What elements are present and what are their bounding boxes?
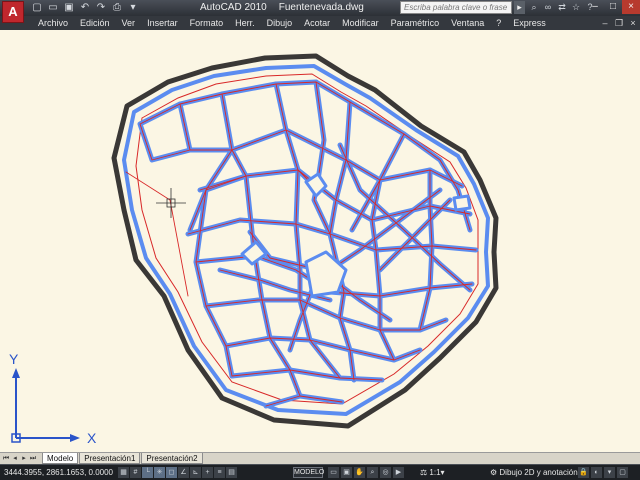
new-icon[interactable]: ▢ [30,1,44,14]
menu-formato[interactable]: Formato [184,17,230,29]
last-tab-icon[interactable]: ⏭ [29,454,37,463]
plaza-east [452,194,472,212]
document-controls: – ❐ × [598,16,640,30]
doc-restore-icon[interactable]: ❐ [612,16,626,30]
window-title: AutoCAD 2010 Fuentenevada.dwg [200,2,376,13]
app-name: AutoCAD 2010 [200,2,267,13]
coordinate-readout[interactable]: 3444.3955, 2861.1653, 0.0000 [4,468,113,477]
exchange-icon[interactable]: ⇄ [556,1,568,14]
save-icon[interactable]: ▣ [62,1,76,14]
workspace-switcher[interactable]: ⚙ Dibujo 2D y anotación ▾ [490,468,584,477]
binoculars-icon[interactable]: ∞ [542,1,554,14]
dyn-icon[interactable]: + [202,467,213,478]
close-icon[interactable]: × [622,0,640,14]
ducs-icon[interactable]: ⊾ [190,467,201,478]
lock-icon[interactable]: 🔒 [578,467,589,478]
file-name: Fuentenevada.dwg [278,2,364,13]
layout-tabs-bar: ⏮ ◂ ▸ ⏭ Modelo Presentación1 Presentació… [0,452,640,464]
search-icon[interactable]: ⌕ [528,1,540,14]
menu-ventana[interactable]: Ventana [445,17,490,29]
model-space-button[interactable]: MODELO [293,467,324,478]
navigation-tools: ▭ ▣ ✋ ⌕ ◎ ▶ [328,467,404,478]
osnap-icon[interactable]: ◻ [166,467,177,478]
city-plan-drawing [11,53,499,443]
zoom-icon[interactable]: ⌕ [367,467,378,478]
menu-acotar[interactable]: Acotar [298,17,336,29]
street-network [125,79,479,409]
gear-icon: ⚙ [490,468,500,477]
red-boundary [135,73,479,405]
annotation-scale-icon: ⚖ [420,468,430,477]
status-bar: 3444.3955, 2861.1653, 0.0000 ▦ # └ ✳ ◻ ∠… [0,464,640,480]
menu-parametrico[interactable]: Paramétrico [385,17,446,29]
menu-ver[interactable]: Ver [116,17,142,29]
ucs-y-label: Y [9,351,19,367]
ucs-icon [11,368,80,443]
pan-icon[interactable]: ✋ [354,467,365,478]
redo-icon[interactable]: ↷ [94,1,108,14]
drawing-canvas[interactable]: Y X [0,30,640,452]
undo-icon[interactable]: ↶ [78,1,92,14]
next-tab-icon[interactable]: ▸ [20,454,28,463]
tray-icons: 🔒 ◐ ▾ ▢ [578,467,628,478]
menu-insertar[interactable]: Insertar [141,17,184,29]
menu-dibujo[interactable]: Dibujo [261,17,299,29]
search-input[interactable]: Escriba palabra clave o frase [400,1,512,14]
menu-express[interactable]: Express [507,17,552,29]
status-menu-icon[interactable]: ▾ [604,467,615,478]
grid-icon[interactable]: # [130,467,141,478]
menu-ayuda[interactable]: ? [490,17,507,29]
tab-navigation: ⏮ ◂ ▸ ⏭ [2,454,37,463]
plaza-center [304,250,348,298]
chevron-down-icon: ▾ [440,468,445,477]
open-icon[interactable]: ▭ [46,1,60,14]
lineweight-icon[interactable]: ≡ [214,467,225,478]
steering-wheel-icon[interactable]: ◎ [380,467,391,478]
annotation-scale-value: 1:1 [429,468,441,477]
application-menu-button[interactable]: A [2,1,24,23]
first-tab-icon[interactable]: ⏮ [2,454,10,463]
drafting-settings: ▦ # └ ✳ ◻ ∠ ⊾ + ≡ ▤ [118,467,237,478]
star-icon[interactable]: ☆ [570,1,582,14]
tab-presentacion1[interactable]: Presentación1 [79,453,141,464]
isolate-objects-icon[interactable]: ◐ [591,467,602,478]
search-dropdown-icon[interactable]: ▸ [514,1,525,14]
menu-modificar[interactable]: Modificar [336,17,385,29]
menu-archivo[interactable]: Archivo [32,17,74,29]
autocad-window: A ▢ ▭ ▣ ↶ ↷ ⎙ ▾ AutoCAD 2010 Fuentenevada… [0,0,640,480]
polar-icon[interactable]: ✳ [154,467,165,478]
maximize-icon[interactable]: □ [604,0,622,14]
menu-herr[interactable]: Herr. [229,17,261,29]
window-controls: – □ × [586,0,640,14]
dropdown-icon[interactable]: ▾ [126,1,140,14]
doc-minimize-icon[interactable]: – [598,16,612,30]
crosshair-cursor [156,188,186,218]
otrack-icon[interactable]: ∠ [178,467,189,478]
menu-bar: Archivo Edición Ver Insertar Formato Her… [0,16,640,30]
plot-icon[interactable]: ⎙ [110,1,124,14]
clean-screen-icon[interactable]: ▢ [617,467,628,478]
title-bar: A ▢ ▭ ▣ ↶ ↷ ⎙ ▾ AutoCAD 2010 Fuentenevada… [0,0,640,23]
ortho-icon[interactable]: └ [142,467,153,478]
snap-icon[interactable]: ▦ [118,467,129,478]
annotation-scale[interactable]: ⚖ 1:1▾ [420,468,445,477]
menu-edicion[interactable]: Edición [74,17,116,29]
minimize-icon[interactable]: – [586,0,604,14]
doc-close-icon[interactable]: × [626,16,640,30]
quick-view-layouts-icon[interactable]: ▭ [328,467,339,478]
ucs-x-label: X [87,430,97,446]
prev-tab-icon[interactable]: ◂ [11,454,19,463]
showmotion-icon[interactable]: ▶ [393,467,404,478]
tab-presentacion2[interactable]: Presentación2 [141,453,203,464]
tab-modelo[interactable]: Modelo [42,453,79,464]
quick-access-toolbar: ▢ ▭ ▣ ↶ ↷ ⎙ ▾ [30,1,140,15]
quick-view-drawings-icon[interactable]: ▣ [341,467,352,478]
quick-properties-icon[interactable]: ▤ [226,467,237,478]
workspace-name: Dibujo 2D y anotación [499,468,578,477]
